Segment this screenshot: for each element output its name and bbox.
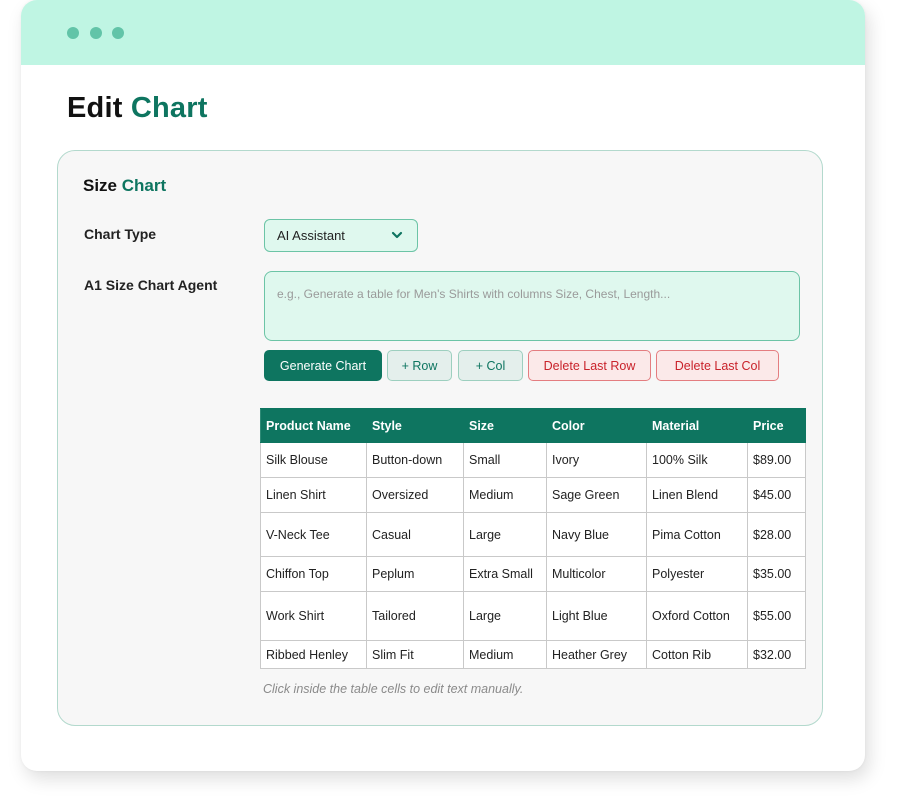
page-title: Edit Chart <box>67 92 208 125</box>
table-cell[interactable]: Casual <box>366 512 464 557</box>
table-cell[interactable]: Tailored <box>366 591 464 641</box>
table-cell[interactable]: Silk Blouse <box>260 442 367 478</box>
chart-type-label: Chart Type <box>84 226 157 242</box>
table-cell[interactable]: Large <box>463 591 547 641</box>
table-cell[interactable]: Large <box>463 512 547 557</box>
column-header[interactable]: Color <box>546 408 647 443</box>
table-cell[interactable]: $32.00 <box>747 640 806 669</box>
delete-last-col-button[interactable]: Delete Last Col <box>656 350 779 381</box>
table-row: Silk Blouse Button-down Small Ivory 100%… <box>260 442 806 478</box>
column-header[interactable]: Material <box>646 408 748 443</box>
table-cell[interactable]: Work Shirt <box>260 591 367 641</box>
chevron-down-icon <box>391 231 403 239</box>
table-cell[interactable]: Sage Green <box>546 477 647 513</box>
table-cell[interactable]: $89.00 <box>747 442 806 478</box>
table-cell[interactable]: $45.00 <box>747 477 806 513</box>
add-col-button[interactable]: + Col <box>458 350 523 381</box>
edit-hint: Click inside the table cells to edit tex… <box>263 682 524 696</box>
window-dot-icon[interactable] <box>67 27 79 39</box>
table-cell[interactable]: Heather Grey <box>546 640 647 669</box>
column-header[interactable]: Style <box>366 408 464 443</box>
add-row-button[interactable]: + Row <box>387 350 452 381</box>
table-cell[interactable]: Button-down <box>366 442 464 478</box>
column-header[interactable]: Size <box>463 408 547 443</box>
app-window: Edit Chart Size Chart Chart Type AI Assi… <box>21 0 865 771</box>
window-dot-icon[interactable] <box>90 27 102 39</box>
table-cell[interactable]: Small <box>463 442 547 478</box>
table-cell[interactable]: Oversized <box>366 477 464 513</box>
agent-label: A1 Size Chart Agent <box>84 277 218 293</box>
table-cell[interactable]: Pima Cotton <box>646 512 748 557</box>
table-cell[interactable]: Polyester <box>646 556 748 592</box>
size-chart-card: Size Chart Chart Type AI Assistant A1 Si… <box>57 150 823 726</box>
table-cell[interactable]: 100% Silk <box>646 442 748 478</box>
title-bar <box>21 0 865 65</box>
card-title-accent: Chart <box>121 176 167 195</box>
table-cell[interactable]: Slim Fit <box>366 640 464 669</box>
table-cell[interactable]: Navy Blue <box>546 512 647 557</box>
table-cell[interactable]: Oxford Cotton <box>646 591 748 641</box>
size-table: Product Name Style Size Color Material P… <box>260 408 806 669</box>
delete-last-row-button[interactable]: Delete Last Row <box>528 350 651 381</box>
table-row: V-Neck Tee Casual Large Navy Blue Pima C… <box>260 512 806 557</box>
card-title-prefix: Size <box>83 176 118 195</box>
table-row: Ribbed Henley Slim Fit Medium Heather Gr… <box>260 640 806 669</box>
column-header[interactable]: Price <box>747 408 806 443</box>
table-cell[interactable]: V-Neck Tee <box>260 512 367 557</box>
table-cell[interactable]: $28.00 <box>747 512 806 557</box>
generate-chart-button[interactable]: Generate Chart <box>264 350 382 381</box>
table-cell[interactable]: Peplum <box>366 556 464 592</box>
page-title-accent: Chart <box>130 92 208 124</box>
table-cell[interactable]: $35.00 <box>747 556 806 592</box>
table-cell[interactable]: Cotton Rib <box>646 640 748 669</box>
table-cell[interactable]: Extra Small <box>463 556 547 592</box>
table-row: Linen Shirt Oversized Medium Sage Green … <box>260 477 806 513</box>
table-cell[interactable]: Medium <box>463 640 547 669</box>
table-cell[interactable]: Linen Blend <box>646 477 748 513</box>
table-cell[interactable]: Ivory <box>546 442 647 478</box>
column-header[interactable]: Product Name <box>260 408 367 443</box>
chart-type-value: AI Assistant <box>277 228 345 243</box>
table-cell[interactable]: $55.00 <box>747 591 806 641</box>
table-row: Work Shirt Tailored Large Light Blue Oxf… <box>260 591 806 641</box>
table-cell[interactable]: Multicolor <box>546 556 647 592</box>
window-dot-icon[interactable] <box>112 27 124 39</box>
page-title-prefix: Edit <box>67 92 123 124</box>
table-cell[interactable]: Chiffon Top <box>260 556 367 592</box>
chart-type-select[interactable]: AI Assistant <box>264 219 418 252</box>
agent-prompt-input[interactable] <box>264 271 800 341</box>
table-cell[interactable]: Linen Shirt <box>260 477 367 513</box>
table-header-row: Product Name Style Size Color Material P… <box>260 408 806 443</box>
table-cell[interactable]: Medium <box>463 477 547 513</box>
table-row: Chiffon Top Peplum Extra Small Multicolo… <box>260 556 806 592</box>
table-cell[interactable]: Ribbed Henley <box>260 640 367 669</box>
table-cell[interactable]: Light Blue <box>546 591 647 641</box>
card-title: Size Chart <box>83 176 166 196</box>
